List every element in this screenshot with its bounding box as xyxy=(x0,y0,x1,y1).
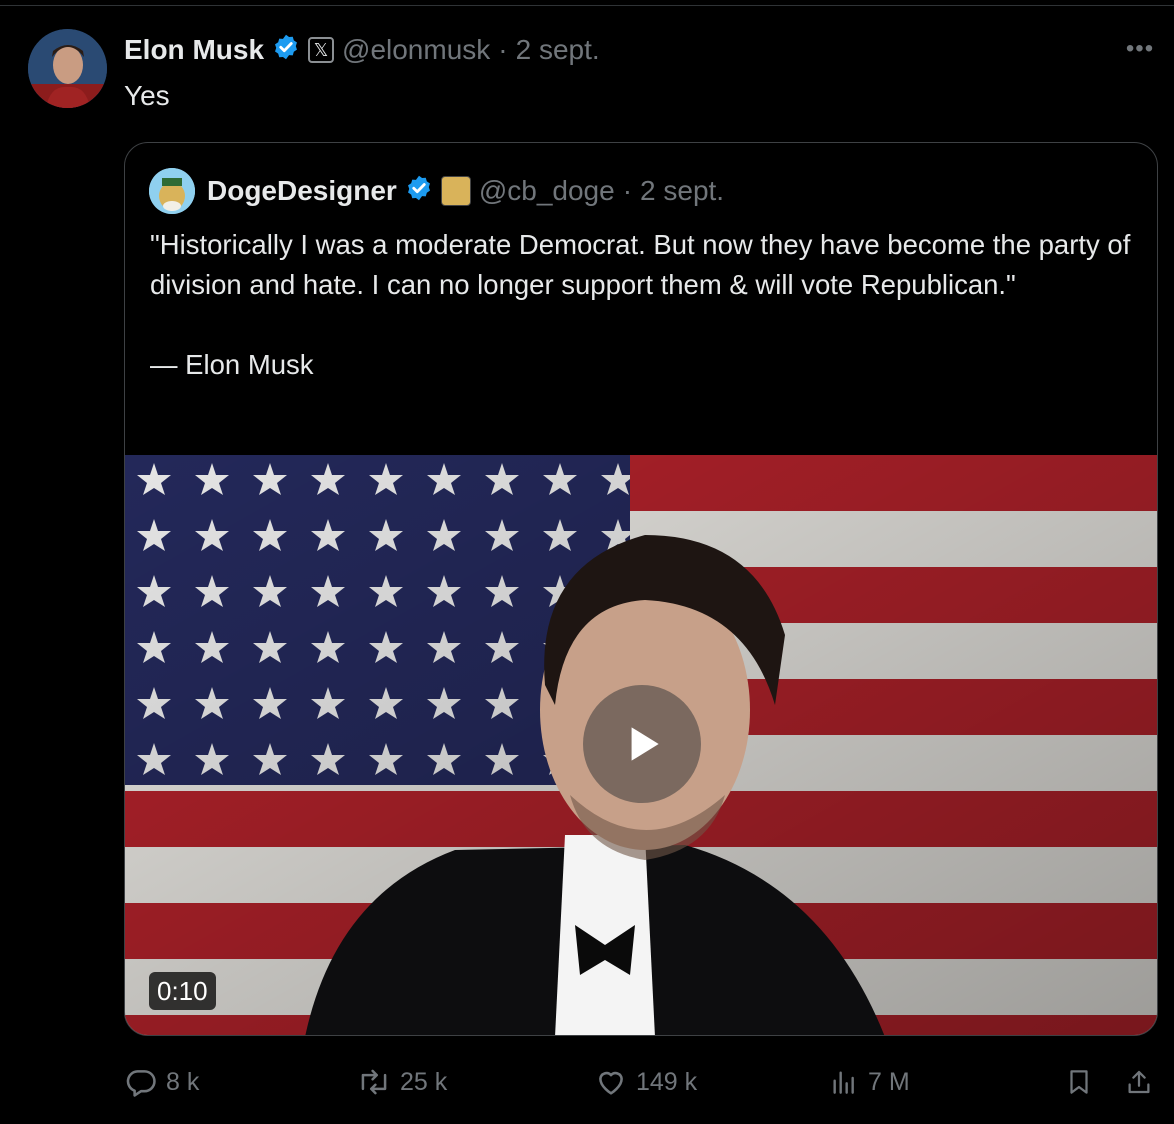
analytics-icon xyxy=(833,1071,854,1094)
tweet-header: Elon Musk 𝕏 @elonmusk · 2 sept. xyxy=(124,30,600,70)
reply-button[interactable]: 8 k xyxy=(124,1060,199,1104)
reply-icon xyxy=(126,1070,156,1097)
views-button[interactable]: 7 M xyxy=(828,1060,910,1104)
bookmark-button[interactable] xyxy=(1064,1060,1094,1104)
view-count: 7 M xyxy=(868,1067,910,1096)
author-avatar[interactable] xyxy=(28,29,107,108)
repost-icon xyxy=(361,1069,387,1095)
verified-badge-icon xyxy=(272,33,300,68)
heart-icon xyxy=(599,1071,623,1095)
share-button[interactable] xyxy=(1124,1060,1154,1104)
bookmark-icon xyxy=(1070,1070,1088,1094)
like-count: 149 k xyxy=(636,1067,698,1096)
doge-badge-icon xyxy=(440,176,471,206)
x-logo-icon: 𝕏 xyxy=(308,37,335,63)
like-button[interactable]: 149 k xyxy=(594,1060,697,1104)
reply-count: 8 k xyxy=(166,1067,200,1096)
quoted-header: DogeDesigner @cb_doge · 2 sept. xyxy=(149,167,724,215)
tweet-text: Yes xyxy=(124,80,170,111)
play-button[interactable] xyxy=(583,685,701,803)
author-name[interactable]: Elon Musk xyxy=(124,34,264,66)
separator-dot: · xyxy=(622,175,633,206)
play-icon xyxy=(631,727,659,761)
quoted-text: "Historically I was a moderate Democrat.… xyxy=(150,225,1140,385)
quoted-body: "Historically I was a moderate Democrat.… xyxy=(150,229,1131,300)
quoted-date[interactable]: 2 sept. xyxy=(640,175,724,207)
top-divider xyxy=(0,0,1174,6)
share-icon xyxy=(1128,1070,1150,1094)
repost-button[interactable]: 25 k xyxy=(356,1060,447,1104)
quoted-avatar[interactable] xyxy=(149,168,195,214)
quoted-tweet[interactable]: DogeDesigner @cb_doge · 2 sept. "Histori… xyxy=(124,142,1158,1036)
author-handle[interactable]: @elonmusk xyxy=(342,34,490,66)
tweet-date[interactable]: 2 sept. xyxy=(516,34,600,66)
action-bar: 8 k 25 k 149 k 7 M xyxy=(124,1060,1158,1104)
video-duration: 0:10 xyxy=(149,972,216,1010)
quoted-handle[interactable]: @cb_doge xyxy=(479,175,615,207)
quoted-attribution: — Elon Musk xyxy=(150,349,314,380)
repost-count: 25 k xyxy=(400,1067,448,1096)
more-options-icon[interactable]: ••• xyxy=(1122,34,1158,64)
video-player[interactable]: 0:10 xyxy=(125,455,1157,1035)
quoted-author-name[interactable]: DogeDesigner xyxy=(207,175,397,207)
separator-dot: · xyxy=(498,34,508,65)
verified-badge-icon xyxy=(405,174,433,209)
